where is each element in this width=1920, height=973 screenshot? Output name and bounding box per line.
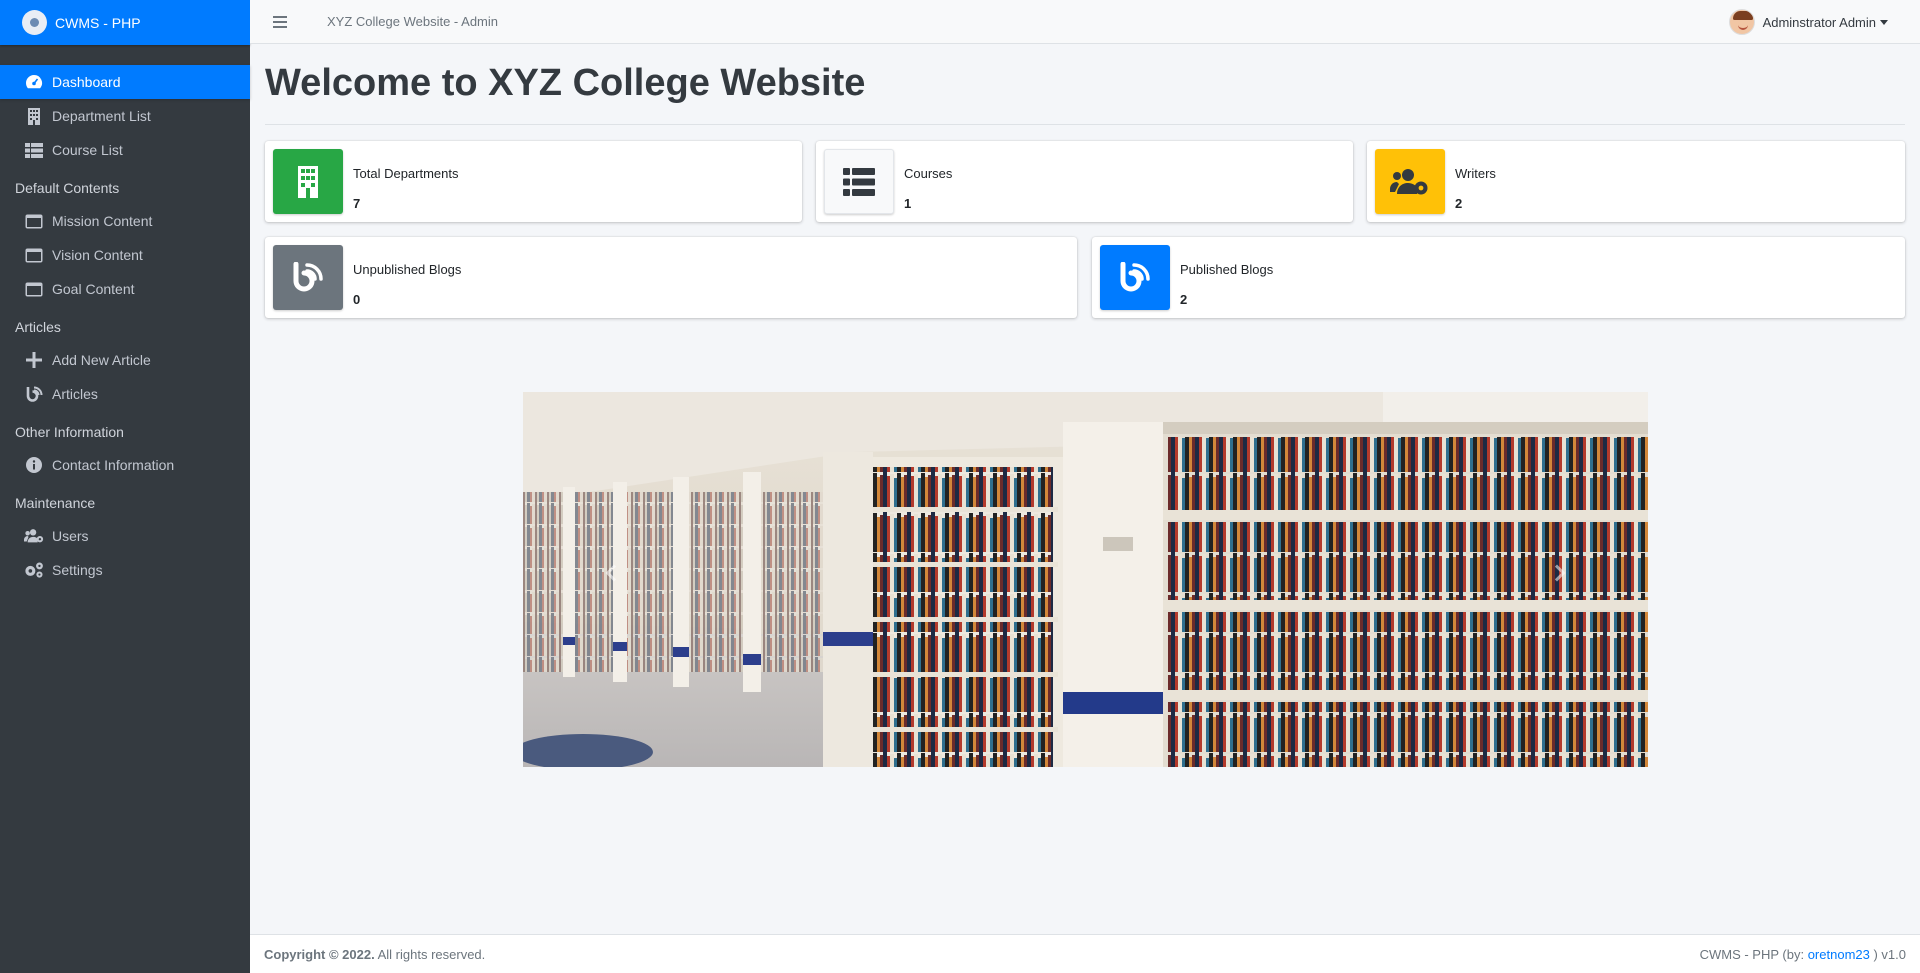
sidebar-header-default-contents: Default Contents bbox=[15, 179, 120, 196]
window-icon bbox=[24, 280, 44, 298]
stat-value: 2 bbox=[1180, 292, 1188, 307]
brand-link[interactable]: CWMS - PHP bbox=[0, 0, 250, 45]
brand-name: CWMS - PHP bbox=[55, 14, 141, 31]
sidebar-item-goal-content[interactable]: Goal Content bbox=[0, 272, 250, 306]
users-cog-icon bbox=[1375, 149, 1445, 214]
sidebar-item-add-new-article[interactable]: Add New Article bbox=[0, 343, 250, 377]
sidebar-item-settings[interactable]: Settings bbox=[0, 553, 250, 587]
window-icon bbox=[24, 212, 44, 230]
info-circle-icon bbox=[24, 456, 44, 474]
blog-icon bbox=[24, 385, 44, 403]
sidebar-item-label: Settings bbox=[52, 562, 103, 578]
users-cog-icon bbox=[24, 527, 44, 545]
sidebar: CWMS - PHP Dashboard Department List Cou… bbox=[0, 0, 250, 973]
footer: Copyright © 2022. All rights reserved. C… bbox=[250, 934, 1920, 973]
sidebar-item-mission-content[interactable]: Mission Content bbox=[0, 204, 250, 238]
stat-card-published-blogs: Published Blogs 2 bbox=[1092, 237, 1905, 318]
stat-label: Published Blogs bbox=[1180, 262, 1274, 277]
main-content: Welcome to XYZ College Website Total Dep… bbox=[250, 44, 1920, 934]
stat-label: Total Departments bbox=[353, 166, 459, 181]
user-menu-dropdown[interactable]: Adminstrator Admin bbox=[1728, 9, 1888, 35]
user-name: Adminstrator Admin bbox=[1762, 14, 1876, 30]
brand-logo-icon bbox=[22, 10, 47, 35]
sidebar-item-label: Contact Information bbox=[52, 457, 175, 473]
copyright-text: Copyright © 2022. bbox=[264, 946, 375, 962]
sidebar-nav: Dashboard Department List Course List De… bbox=[0, 45, 250, 587]
sidebar-item-course-list[interactable]: Course List bbox=[0, 133, 250, 167]
sidebar-item-users[interactable]: Users bbox=[0, 519, 250, 553]
library-bookshelves-image bbox=[523, 392, 1648, 767]
sidebar-item-vision-content[interactable]: Vision Content bbox=[0, 238, 250, 272]
topbar: XYZ College Website - Admin Adminstrator… bbox=[250, 0, 1920, 44]
author-link[interactable]: oretnom23 bbox=[1808, 947, 1870, 962]
sidebar-item-label: Dashboard bbox=[52, 74, 121, 90]
sidebar-item-label: Goal Content bbox=[52, 281, 135, 297]
blog-icon bbox=[273, 245, 343, 310]
stat-value: 1 bbox=[904, 196, 912, 211]
stat-value: 2 bbox=[1455, 196, 1463, 211]
sidebar-item-label: Department List bbox=[52, 108, 151, 124]
sidebar-item-articles[interactable]: Articles bbox=[0, 377, 250, 411]
stat-card-writers: Writers 2 bbox=[1367, 141, 1905, 222]
footer-copyright: Copyright © 2022. All rights reserved. bbox=[264, 947, 485, 962]
blog-icon bbox=[1100, 245, 1170, 310]
sidebar-item-label: Mission Content bbox=[52, 213, 153, 229]
sidebar-item-label: Add New Article bbox=[52, 352, 151, 368]
sidebar-item-contact-information[interactable]: Contact Information bbox=[0, 448, 250, 482]
sidebar-header-other-information: Other Information bbox=[15, 423, 124, 440]
stat-card-courses: Courses 1 bbox=[816, 141, 1353, 222]
dashboard-icon bbox=[24, 73, 44, 91]
plus-icon bbox=[24, 351, 44, 369]
footer-credit: CWMS - PHP (by: oretnom23 ) v1.0 bbox=[1700, 947, 1906, 962]
sidebar-item-label: Course List bbox=[52, 142, 123, 158]
sidebar-item-department-list[interactable]: Department List bbox=[0, 99, 250, 133]
list-icon bbox=[824, 149, 894, 214]
sidebar-item-dashboard[interactable]: Dashboard bbox=[0, 65, 250, 99]
sidebar-item-label: Articles bbox=[52, 386, 98, 402]
stat-value: 7 bbox=[353, 196, 361, 211]
avatar bbox=[1728, 9, 1755, 35]
stat-label: Unpublished Blogs bbox=[353, 262, 462, 277]
credit-suffix: ) v1.0 bbox=[1873, 946, 1906, 962]
image-carousel bbox=[523, 392, 1648, 767]
stat-card-unpublished-blogs: Unpublished Blogs 0 bbox=[265, 237, 1077, 318]
page-title: Welcome to XYZ College Website bbox=[265, 62, 866, 104]
stat-value: 0 bbox=[353, 292, 361, 307]
stat-label: Courses bbox=[904, 166, 953, 181]
sidebar-header-maintenance: Maintenance bbox=[15, 494, 96, 511]
rights-text: All rights reserved. bbox=[377, 946, 486, 962]
building-icon bbox=[273, 149, 343, 214]
sidebar-item-label: Users bbox=[52, 528, 89, 544]
topbar-site-title: XYZ College Website - Admin bbox=[327, 14, 498, 29]
window-icon bbox=[24, 246, 44, 264]
cogs-icon bbox=[24, 561, 44, 579]
caret-down-icon bbox=[1880, 19, 1888, 25]
credit-prefix: CWMS - PHP (by: bbox=[1699, 946, 1805, 962]
title-divider bbox=[265, 124, 1905, 125]
stat-label: Writers bbox=[1455, 166, 1496, 181]
table-list-icon bbox=[24, 141, 44, 159]
sidebar-item-label: Vision Content bbox=[52, 247, 143, 263]
building-icon bbox=[24, 107, 44, 125]
sidebar-header-articles: Articles bbox=[15, 318, 61, 335]
stat-card-total-departments: Total Departments 7 bbox=[265, 141, 802, 222]
hamburger-menu-icon[interactable] bbox=[273, 15, 287, 28]
